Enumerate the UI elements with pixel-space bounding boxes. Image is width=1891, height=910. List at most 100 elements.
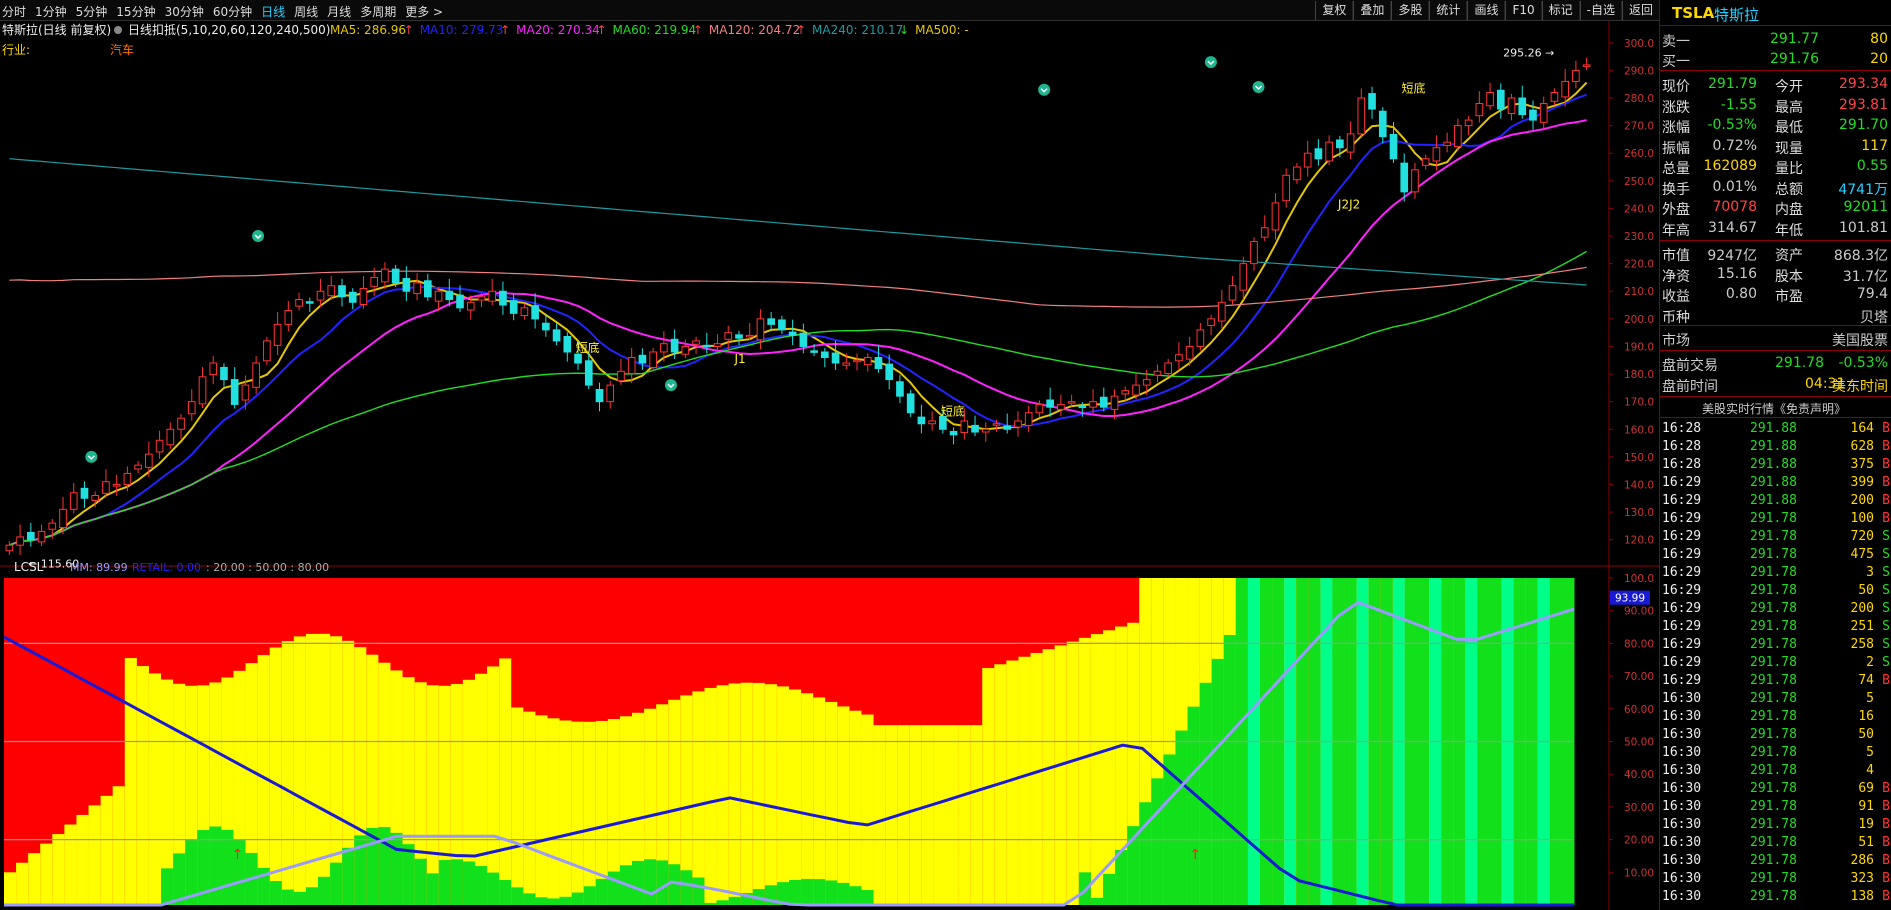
candle[interactable] (284, 300, 293, 332)
tab-period-0[interactable]: 分时 (2, 3, 26, 20)
candle[interactable] (166, 422, 175, 449)
candle[interactable] (1260, 215, 1269, 242)
candle[interactable] (1153, 364, 1162, 383)
candle[interactable] (1529, 100, 1537, 130)
toolbar-button-4[interactable]: 画线 (1467, 1, 1506, 20)
candle[interactable] (1132, 372, 1140, 400)
candle[interactable] (638, 348, 647, 370)
toolbar-button-8[interactable]: 返回 (1621, 1, 1660, 20)
candle[interactable] (949, 427, 958, 445)
candle[interactable] (1464, 115, 1473, 136)
candle[interactable] (359, 276, 368, 309)
candle[interactable] (102, 469, 110, 498)
tab-period-10[interactable]: 更多 > (405, 3, 443, 20)
candle[interactable] (5, 541, 14, 555)
candle[interactable] (1411, 162, 1419, 199)
tab-period-9[interactable]: 多周期 (360, 3, 396, 20)
buy1-row[interactable]: 买一 291.76 20 (1660, 49, 1891, 70)
tab-period-2[interactable]: 5分钟 (76, 3, 108, 20)
candle[interactable] (1250, 237, 1258, 271)
candle[interactable] (1496, 83, 1505, 119)
candle[interactable] (1572, 60, 1580, 89)
candle[interactable] (874, 345, 883, 373)
tab-period-3[interactable]: 15分钟 (116, 3, 155, 20)
candle[interactable] (531, 293, 539, 329)
candle[interactable] (145, 441, 153, 478)
toolbar-button-0[interactable]: 复权 (1315, 1, 1354, 20)
candle[interactable] (1454, 118, 1462, 151)
candle[interactable] (1175, 342, 1183, 371)
candle[interactable] (713, 334, 722, 351)
candle[interactable] (778, 315, 786, 335)
sell1-row[interactable]: 卖一 291.77 80 (1660, 29, 1891, 50)
candle[interactable] (1164, 358, 1173, 378)
candle[interactable] (1282, 168, 1291, 208)
candle[interactable] (1486, 82, 1494, 110)
candle[interactable] (1057, 394, 1065, 417)
candle[interactable] (80, 481, 89, 508)
candle[interactable] (1239, 256, 1248, 300)
candle[interactable] (1293, 162, 1301, 184)
candle[interactable] (906, 389, 915, 417)
candle[interactable] (1389, 122, 1398, 163)
candle[interactable] (327, 276, 336, 300)
candle[interactable] (1217, 289, 1226, 328)
realtime-title[interactable]: 美股实时行情《免责声明》 (1660, 398, 1891, 418)
candle[interactable] (595, 382, 604, 412)
candle[interactable] (273, 311, 282, 356)
candle[interactable] (896, 374, 904, 404)
candle[interactable] (220, 363, 228, 387)
candle[interactable] (863, 353, 872, 372)
candle[interactable] (1046, 387, 1054, 417)
candle[interactable] (488, 278, 497, 306)
candle[interactable] (1346, 121, 1355, 160)
candle[interactable] (1207, 314, 1215, 336)
tab-period-1[interactable]: 1分钟 (35, 3, 67, 20)
candle[interactable] (155, 430, 164, 459)
toolbar-button-2[interactable]: 多股 (1391, 1, 1430, 20)
candle[interactable] (134, 461, 142, 474)
candle[interactable] (69, 483, 78, 514)
candle[interactable] (1271, 193, 1280, 240)
candle[interactable] (348, 288, 357, 310)
candle[interactable] (198, 367, 207, 409)
toolbar-button-7[interactable]: -自选 (1579, 1, 1622, 20)
candle[interactable] (1539, 96, 1548, 130)
candle[interactable] (381, 262, 389, 289)
toolbar-button-5[interactable]: F10 (1505, 1, 1542, 20)
candle[interactable] (423, 273, 432, 301)
candle[interactable] (413, 273, 421, 301)
tab-period-8[interactable]: 月线 (327, 3, 351, 20)
toolbar-button-6[interactable]: 标记 (1541, 1, 1580, 20)
tab-period-5[interactable]: 60分钟 (213, 3, 252, 20)
candle[interactable] (177, 414, 185, 439)
candle[interactable] (1099, 387, 1108, 412)
candle[interactable] (520, 303, 529, 320)
candle[interactable] (971, 415, 979, 437)
candle[interactable] (788, 319, 797, 346)
candle[interactable] (1303, 140, 1312, 177)
tab-period-7[interactable]: 周线 (294, 3, 318, 20)
candle[interactable] (606, 380, 615, 409)
candle[interactable] (928, 411, 936, 431)
candle[interactable] (1196, 322, 1205, 351)
candle[interactable] (1325, 135, 1333, 166)
kline-chart[interactable]: 短底J1短底短底J2J2295.26 →← 115.60 300.0290.02… (0, 21, 1659, 910)
candle[interactable] (1110, 389, 1119, 420)
candle[interactable] (1003, 413, 1012, 434)
candle[interactable] (305, 297, 314, 312)
candle[interactable] (16, 524, 24, 555)
candle[interactable] (1067, 394, 1076, 407)
candle[interactable] (338, 278, 346, 307)
candle[interactable] (617, 358, 625, 385)
candle[interactable] (820, 347, 829, 368)
candle[interactable] (37, 524, 46, 547)
candle[interactable] (1024, 405, 1033, 433)
toolbar-button-1[interactable]: 叠加 (1353, 1, 1392, 20)
candle[interactable] (702, 332, 711, 354)
candle[interactable] (1378, 107, 1387, 144)
candle[interactable] (735, 330, 743, 346)
candle[interactable] (1518, 85, 1527, 119)
toolbar-button-3[interactable]: 统计 (1429, 1, 1468, 20)
candle[interactable] (552, 322, 561, 346)
